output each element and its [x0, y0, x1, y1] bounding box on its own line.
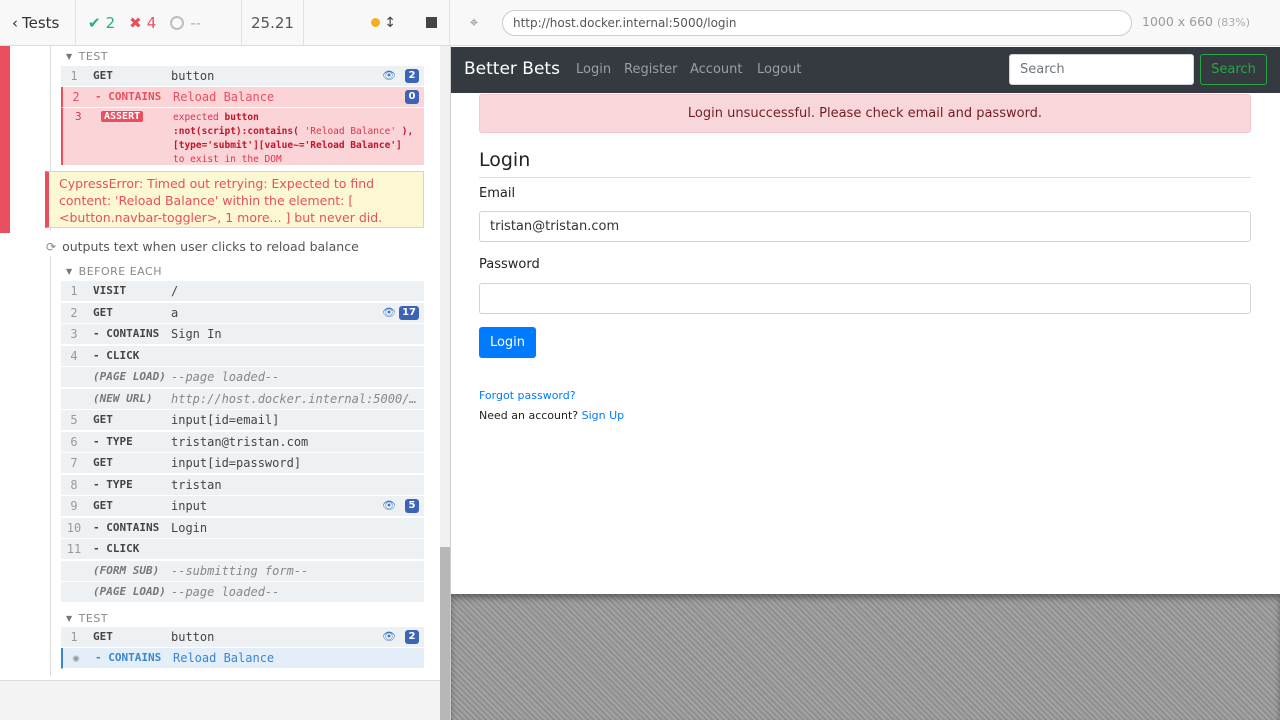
loading-spinner-icon: ✺	[72, 651, 80, 665]
failed-count: 4	[146, 13, 157, 32]
brand[interactable]: Better Bets	[464, 59, 560, 79]
caret-down-icon: ▼	[66, 267, 73, 276]
pending-count: --	[190, 13, 202, 32]
duration: 25.21	[242, 0, 304, 46]
command-row[interactable]: 1 GET button 👁 2	[61, 66, 424, 87]
sign-up-link[interactable]: Sign Up	[582, 409, 625, 422]
selector-playground-icon[interactable]: ⌖	[466, 14, 482, 30]
command-row[interactable]: 6- TYPE tristan@tristan.com	[61, 431, 424, 453]
hook-before-each-title[interactable]: ▼ BEFORE EACH	[66, 265, 162, 278]
command-row[interactable]: 3- CONTAINS Sign In	[61, 324, 424, 345]
command-row[interactable]: 4- CLICK	[61, 345, 424, 367]
hook-test-title[interactable]: ▼ TEST	[66, 50, 108, 63]
test-title[interactable]: ⟳ outputs text when user clicks to reloa…	[46, 239, 359, 254]
aut-background	[451, 594, 1280, 720]
reporter-footer	[0, 680, 440, 720]
element-count-badge: 17	[399, 305, 419, 320]
tests-label: Tests	[22, 13, 60, 32]
reporter-scroll-thumb[interactable]	[440, 547, 450, 720]
reporter-panel: ‹ Tests ✔ 2 ✖ 4 -- 25.21 ↕ ▼ TEST 1 GET …	[0, 0, 450, 720]
command-row[interactable]: 9 GET input 👁 5	[61, 496, 424, 517]
eye-icon: 👁	[382, 305, 396, 319]
email-label: Email	[479, 186, 516, 201]
x-icon: ✖	[129, 13, 142, 32]
sign-up-line: Need an account? Sign Up	[479, 409, 625, 422]
error-message[interactable]: CypressError: Timed out retrying: Expect…	[45, 171, 424, 228]
passed-count: 2	[105, 13, 116, 32]
nav-register[interactable]: Register	[624, 62, 678, 77]
eye-icon: 👁	[382, 630, 396, 643]
eye-icon: 👁	[382, 499, 396, 512]
password-field[interactable]	[479, 283, 1251, 314]
nav-logout[interactable]: Logout	[757, 62, 802, 77]
pending-ring-icon	[170, 15, 185, 30]
tests-back-button[interactable]: ‹ Tests	[0, 0, 76, 46]
assert-row-failed[interactable]: 3 ASSERT expected button :not(script):co…	[61, 108, 424, 165]
element-count-badge: 2	[405, 630, 419, 644]
hook-test-title[interactable]: ▼ TEST	[66, 612, 108, 625]
command-row[interactable]: (PAGE LOAD) --page loaded--	[61, 367, 424, 388]
assert-message: expected button :not(script):contains( '…	[173, 112, 414, 165]
command-row-pending[interactable]: ✺ - CONTAINS Reload Balance	[61, 648, 424, 669]
element-count-badge: 5	[405, 499, 419, 513]
running-spinner-icon: ⟳	[46, 239, 57, 254]
command-row[interactable]: 8- TYPE tristan	[61, 474, 424, 496]
form-legend: Login	[479, 149, 531, 171]
command-row[interactable]: 1 VISIT /	[61, 281, 424, 302]
stats: ✔ 2 ✖ 4 --	[76, 0, 242, 46]
failed-stat: ✖ 4	[129, 14, 156, 32]
nav-account[interactable]: Account	[690, 62, 743, 77]
passed-stat: ✔ 2	[88, 14, 115, 32]
controls: ↕	[304, 0, 450, 46]
search-input[interactable]: Search	[1009, 54, 1194, 85]
check-icon: ✔	[88, 13, 101, 32]
email-field[interactable]: tristan@tristan.com	[479, 211, 1251, 242]
command-row[interactable]: 1 GET button 👁 2	[61, 627, 424, 648]
chevron-left-icon: ‹	[12, 13, 18, 32]
password-label: Password	[479, 257, 540, 272]
command-row[interactable]: 2 GET a 👁 17	[61, 302, 424, 324]
reporter-runnables: ▼ TEST 1 GET button 👁 2 2 - CONTAINS Rel…	[0, 46, 440, 680]
command-row[interactable]: 10- CONTAINS Login	[61, 517, 424, 539]
nesting-line	[50, 256, 51, 676]
element-count-badge: 0	[405, 90, 419, 104]
cypress-runner: ‹ Tests ✔ 2 ✖ 4 -- 25.21 ↕ ▼ TEST 1 GET …	[0, 0, 1280, 720]
stop-icon[interactable]	[426, 17, 437, 28]
command-row[interactable]: 11- CLICK	[61, 539, 424, 560]
command-row[interactable]: (PAGE LOAD) --page loaded--	[61, 582, 424, 603]
forgot-password-link[interactable]: Forgot password?	[479, 389, 576, 402]
navbar: Better Bets Login Register Account Logou…	[451, 47, 1280, 93]
caret-down-icon: ▼	[66, 52, 73, 61]
command-row[interactable]: (FORM SUB) --submitting form--	[61, 560, 424, 582]
reporter-header: ‹ Tests ✔ 2 ✖ 4 -- 25.21 ↕	[0, 0, 450, 46]
pending-stat: --	[170, 14, 201, 32]
legend-divider	[479, 177, 1251, 178]
eye-icon: 👁	[382, 69, 396, 82]
failed-test-indicator	[0, 46, 10, 233]
search-button[interactable]: Search	[1200, 54, 1267, 85]
viewport-info[interactable]: 1000 x 660 (83%)	[1142, 14, 1250, 29]
auto-scroll-dot-icon[interactable]	[371, 18, 381, 27]
command-row[interactable]: 7 GET input[id=password]	[61, 453, 424, 474]
command-row-failed[interactable]: 2 - CONTAINS Reload Balance 0	[61, 87, 424, 108]
element-count-badge: 2	[405, 69, 419, 83]
command-row[interactable]: 5 GET input[id=email]	[61, 410, 424, 431]
error-alert: Login unsuccessful. Please check email a…	[479, 94, 1251, 133]
auto-scroll-arrows-icon[interactable]: ↕	[384, 15, 396, 31]
caret-down-icon: ▼	[66, 614, 73, 623]
nav-login[interactable]: Login	[576, 62, 611, 77]
command-row[interactable]: (NEW URL) http://host.docker.internal:500…	[61, 388, 424, 410]
url-bar[interactable]: http://host.docker.internal:5000/login	[502, 10, 1132, 36]
login-button[interactable]: Login	[479, 327, 536, 358]
assert-tag: ASSERT	[101, 111, 144, 122]
app-iframe: Better Bets Login Register Account Logou…	[451, 47, 1280, 594]
